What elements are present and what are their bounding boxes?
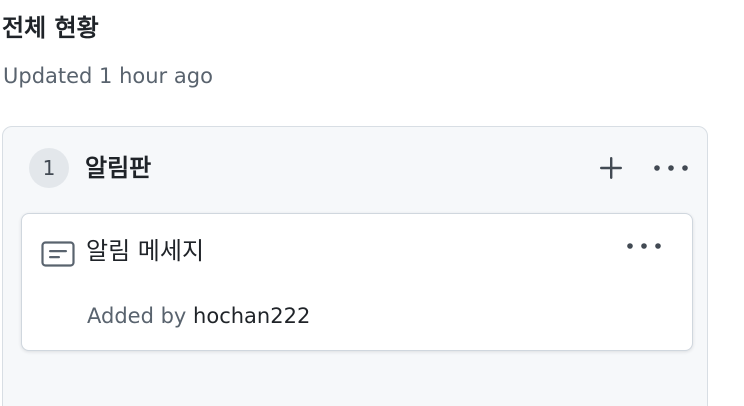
kebab-horizontal-icon — [627, 243, 661, 249]
card-title: 알림 메세지 — [86, 237, 205, 265]
project-title: 전체 현황 — [2, 14, 99, 42]
project-board-page: 전체 현황 Updated 1 hour ago 1 알림판 알림 메세지 Ad… — [0, 0, 744, 406]
card-more-options-button[interactable] — [626, 228, 662, 264]
note-card[interactable]: 알림 메세지 Added by hochan222 — [21, 213, 693, 351]
plus-icon — [600, 157, 622, 179]
note-icon — [41, 241, 75, 267]
add-card-button[interactable] — [593, 150, 629, 186]
kebab-horizontal-icon — [654, 165, 688, 171]
card-added-by: Added by hochan222 — [87, 299, 310, 333]
column-card-count-badge: 1 — [29, 148, 69, 188]
column-title: 알림판 — [85, 154, 152, 182]
board-column: 1 알림판 알림 메세지 Added by hochan222 — [2, 126, 708, 406]
added-by-label: Added by — [87, 304, 187, 328]
added-by-user[interactable]: hochan222 — [193, 304, 310, 328]
updated-timestamp: Updated 1 hour ago — [3, 64, 213, 88]
column-more-options-button[interactable] — [653, 150, 689, 186]
